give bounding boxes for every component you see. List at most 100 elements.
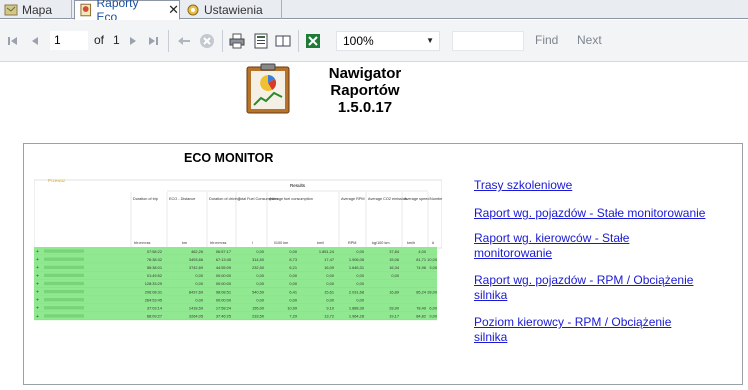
table-cell: 1.646,31 [349, 265, 364, 270]
tab-raporty-eco[interactable]: Raporty Eco ✕ [74, 0, 180, 24]
tab-ustawienia[interactable]: Ustawienia [182, 0, 282, 19]
table-cell: 0,00 [289, 281, 297, 286]
table-cell: 206:08:31 [145, 289, 162, 294]
blurred-name [44, 298, 84, 302]
table-cell: 0,00 [356, 249, 364, 254]
table-cell: 81,71 [416, 257, 426, 262]
link-raport-kierowcow-stale[interactable]: Raport wg. kierowców - Stałe monitorowan… [474, 231, 664, 261]
table-cell: 17:58:24 [216, 306, 232, 311]
table-cell: 37,84 [389, 249, 400, 254]
expand-icon: + [36, 265, 39, 271]
title-line-1: Nawigator [328, 65, 402, 82]
table-cell: 0,00 [356, 273, 364, 278]
tab-mapa[interactable]: Mapa [0, 0, 72, 19]
table-cell: 7,29 [289, 314, 297, 319]
page-number-input[interactable]: 1 [50, 31, 88, 50]
table-cell: 128:33:29 [145, 281, 162, 286]
table-cell: 6,21 [289, 265, 297, 270]
table-row [34, 303, 437, 312]
table-row [34, 279, 437, 288]
next-page-icon[interactable] [126, 31, 140, 51]
table-cell: 37:46:25 [216, 314, 231, 319]
toolbar-separator [298, 30, 299, 52]
link-poziom-kierowcy-rpm[interactable]: Poziom kierowcy - RPM / Obciążenie silni… [474, 315, 704, 345]
table-cell: 233,50 [252, 314, 265, 319]
back-icon[interactable] [176, 31, 192, 51]
table-cell: 8,73 [289, 257, 297, 262]
table-cell: 6,00 [429, 306, 437, 311]
chevron-down-icon: ▼ [426, 36, 434, 45]
close-icon[interactable]: ✕ [168, 2, 179, 18]
table-cell: 16,89 [389, 289, 399, 294]
stop-icon[interactable] [198, 31, 216, 51]
unit-label: km [182, 241, 187, 245]
table-cell: 3742,69 [189, 265, 203, 270]
table-cell: 314,50 [252, 257, 265, 262]
table-cell: 6,41 [289, 289, 297, 294]
zoom-select[interactable]: 100% ▼ [336, 31, 440, 51]
title-line-2: Raportów [330, 82, 400, 99]
map-icon [4, 4, 18, 15]
column-header: Number of long idling [430, 197, 442, 201]
table-cell: 0,00 [326, 297, 334, 302]
first-page-icon[interactable] [6, 31, 20, 51]
unit-label: km/h [407, 241, 415, 245]
table-cell: 9,00 [429, 314, 437, 319]
table-cell: 13,72 [324, 314, 334, 319]
link-raport-pojazdow-rpm[interactable]: Raport wg. pojazdów - RPM / Obciążenie s… [474, 273, 724, 303]
header-frame [34, 179, 442, 249]
expand-icon: + [36, 249, 39, 255]
table-cell: 1.888,39 [349, 306, 364, 311]
table-cell: 68:09:27 [147, 314, 162, 319]
link-raport-pojazdow-stale[interactable]: Raport wg. pojazdów - Stałe monitorowani… [474, 206, 744, 221]
blurred-name [44, 290, 84, 294]
previous-page-icon[interactable] [28, 31, 42, 51]
toolbar-separator [168, 30, 169, 52]
total-pages: 1 [113, 33, 120, 47]
last-page-icon[interactable] [146, 31, 160, 51]
report-preview-table[interactable]: Przewoz Results Duration of trip ECO - Di… [34, 150, 442, 368]
expand-icon: + [36, 298, 39, 304]
unit-label: km/l [317, 241, 324, 245]
unit-label: kg/100 km [372, 241, 390, 245]
find-link[interactable]: Find [535, 33, 558, 47]
tab-bar: Mapa Raporty Eco ✕ Ustawienia [0, 0, 748, 24]
find-input[interactable] [452, 31, 524, 51]
table-cell: 0,00 [326, 273, 334, 278]
table-cell: 3264,05 [189, 314, 203, 319]
table-cell: 0,00 [326, 281, 334, 286]
table-cell: 4,00 [418, 249, 426, 254]
zoom-value: 100% [343, 34, 374, 48]
table-cell: 1.851,24 [319, 249, 335, 254]
table-cell: 15,06 [389, 257, 399, 262]
table-cell: 0,00 [289, 297, 297, 302]
table-cell: 16,34 [389, 265, 400, 270]
blurred-name [44, 273, 84, 277]
table-cell: 232,50 [252, 265, 265, 270]
table-cell: 85,24 [416, 289, 427, 294]
page-layout-icon[interactable] [252, 31, 270, 51]
report-links: Trasy szkoleniowe Raport wg. pojazdów - … [474, 178, 744, 345]
table-cell: 16,09 [324, 265, 334, 270]
table-row [34, 311, 437, 320]
unit-label: l [252, 241, 253, 245]
table-row [34, 247, 437, 256]
excel-export-icon[interactable] [304, 31, 322, 51]
app-title: Nawigator Raportów 1.5.0.17 [300, 65, 430, 116]
expand-icon: + [36, 290, 39, 296]
link-trasy-szkoleniowe[interactable]: Trasy szkoleniowe [474, 178, 744, 193]
print-icon[interactable] [228, 31, 246, 51]
preview-label: Przewoz [48, 178, 66, 183]
table-cell: 0,00 [256, 273, 264, 278]
table-cell: 06:57:17 [216, 249, 231, 254]
table-cell: 84,82 [416, 314, 426, 319]
column-header: Average RPM [341, 197, 365, 201]
next-link[interactable]: Next [577, 33, 602, 47]
unit-label: l/100 km [274, 241, 288, 245]
table-cell: 01:49:52 [147, 273, 162, 278]
table-cell: 1.964,28 [349, 314, 364, 319]
column-header: Duration of trip [133, 197, 158, 201]
expand-icon: + [36, 281, 39, 287]
table-cell: 00:00:00 [216, 281, 232, 286]
page-setup-icon[interactable] [274, 31, 292, 51]
